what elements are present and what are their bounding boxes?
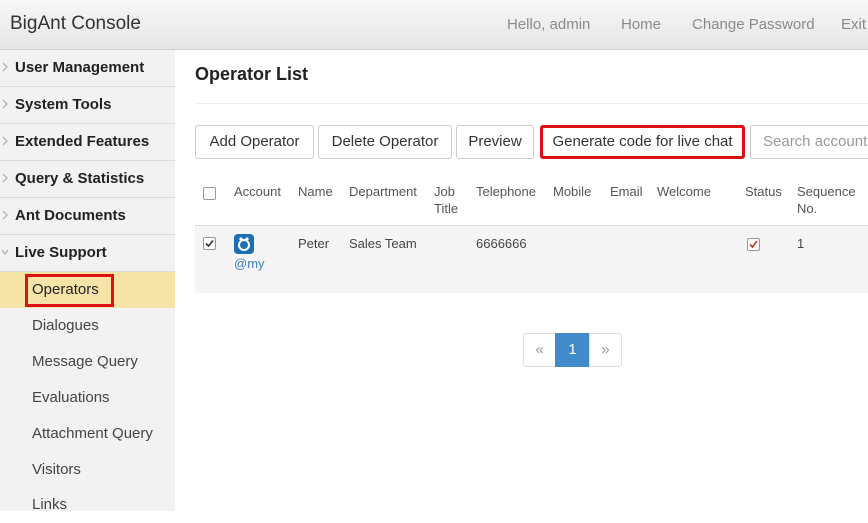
sidebar-item-dialogues[interactable]: Dialogues bbox=[0, 308, 175, 344]
sidebar-section-query-statistics[interactable]: Query & Statistics bbox=[0, 161, 175, 198]
add-operator-button[interactable]: Add Operator bbox=[195, 125, 314, 159]
check-icon bbox=[749, 240, 758, 249]
chevron-right-icon bbox=[2, 99, 8, 109]
generate-live-chat-code-button[interactable]: Generate code for live chat bbox=[540, 125, 745, 159]
pagination-next[interactable]: » bbox=[589, 333, 622, 367]
sidebar-section-label: System Tools bbox=[15, 96, 112, 113]
sidebar-section-label: Extended Features bbox=[15, 133, 150, 150]
page-title: Operator List bbox=[195, 64, 309, 84]
sidebar-section-extended-features[interactable]: Extended Features bbox=[0, 124, 175, 161]
delete-operator-button[interactable]: Delete Operator bbox=[318, 125, 452, 159]
column-header-status: Status bbox=[745, 184, 782, 199]
sidebar-item-label: Dialogues bbox=[32, 317, 99, 334]
sidebar-item-label: Links bbox=[32, 496, 68, 513]
column-header-name: Name bbox=[298, 184, 333, 199]
sidebar-section-label: Ant Documents bbox=[15, 207, 126, 224]
status-checkbox[interactable] bbox=[747, 238, 760, 251]
column-header-account: Account bbox=[234, 184, 281, 199]
pagination-page-1[interactable]: 1 bbox=[555, 333, 590, 367]
pagination-prev[interactable]: « bbox=[523, 333, 556, 367]
check-icon bbox=[205, 239, 214, 248]
column-header-email: Email bbox=[610, 184, 643, 199]
sidebar-section-system-tools[interactable]: System Tools bbox=[0, 87, 175, 124]
sidebar-item-visitors[interactable]: Visitors bbox=[0, 452, 175, 488]
sidebar-section-live-support[interactable]: Live Support bbox=[0, 235, 175, 272]
divider bbox=[195, 103, 868, 104]
sidebar-item-label: Message Query bbox=[32, 353, 138, 370]
sidebar-section-label: User Management bbox=[15, 59, 145, 76]
exit-link[interactable]: Exit bbox=[841, 16, 866, 33]
chevron-right-icon bbox=[2, 136, 8, 146]
chevron-right-icon bbox=[2, 62, 8, 72]
account-link[interactable]: @my bbox=[234, 256, 265, 271]
sidebar-item-links[interactable]: Links bbox=[0, 487, 175, 523]
search-account-input[interactable]: Search account bbox=[750, 125, 868, 159]
cell-department: Sales Team bbox=[349, 236, 417, 251]
sidebar-item-operators[interactable]: Operators bbox=[0, 272, 175, 308]
sidebar-item-label: Attachment Query bbox=[32, 425, 153, 442]
cell-telephone: 6666666 bbox=[476, 236, 527, 251]
app-title: BigAnt Console bbox=[10, 13, 141, 34]
sidebar-section-label: Live Support bbox=[15, 244, 107, 261]
sidebar-item-evaluations[interactable]: Evaluations bbox=[0, 380, 175, 416]
logo-glyph bbox=[238, 237, 250, 251]
cell-name: Peter bbox=[298, 236, 330, 251]
change-password-link[interactable]: Change Password bbox=[692, 16, 815, 33]
sidebar-item-message-query[interactable]: Message Query bbox=[0, 344, 175, 380]
chevron-right-icon bbox=[2, 173, 8, 183]
row-select-checkbox[interactable] bbox=[203, 237, 216, 250]
sidebar-section-ant-documents[interactable]: Ant Documents bbox=[0, 198, 175, 235]
column-header-welcome: Welcome bbox=[657, 184, 711, 199]
sidebar-item-label: Operators bbox=[32, 281, 99, 298]
sidebar-section-label: Query & Statistics bbox=[15, 170, 145, 187]
column-header-telephone: Telephone bbox=[476, 184, 536, 199]
greeting-text: Hello, admin bbox=[507, 16, 591, 33]
sidebar-item-label: Visitors bbox=[32, 461, 81, 478]
header-line: Title bbox=[434, 201, 459, 216]
chevron-right-icon bbox=[2, 210, 8, 220]
bigant-logo-icon bbox=[234, 234, 254, 254]
preview-button[interactable]: Preview bbox=[456, 125, 534, 159]
header-line: Sequence bbox=[797, 184, 856, 199]
sidebar-item-attachment-query[interactable]: Attachment Query bbox=[0, 416, 175, 452]
header-line: No. bbox=[797, 201, 818, 216]
column-header-sequence: Sequence No. bbox=[797, 183, 856, 217]
sidebar-item-label: Evaluations bbox=[32, 389, 110, 406]
column-header-job-title: Job Title bbox=[434, 183, 458, 217]
chevron-down-icon bbox=[2, 249, 8, 255]
select-all-checkbox[interactable] bbox=[203, 187, 216, 200]
sidebar-section-user-management[interactable]: User Management bbox=[0, 50, 175, 87]
column-header-mobile: Mobile bbox=[553, 184, 592, 199]
column-header-department: Department bbox=[349, 184, 417, 199]
home-link[interactable]: Home bbox=[621, 16, 661, 33]
table-row bbox=[195, 226, 868, 293]
top-bar: BigAnt Console Hello, admin Home Change … bbox=[0, 0, 868, 50]
header-line: Job bbox=[434, 184, 455, 199]
cell-sequence: 1 bbox=[797, 236, 805, 251]
